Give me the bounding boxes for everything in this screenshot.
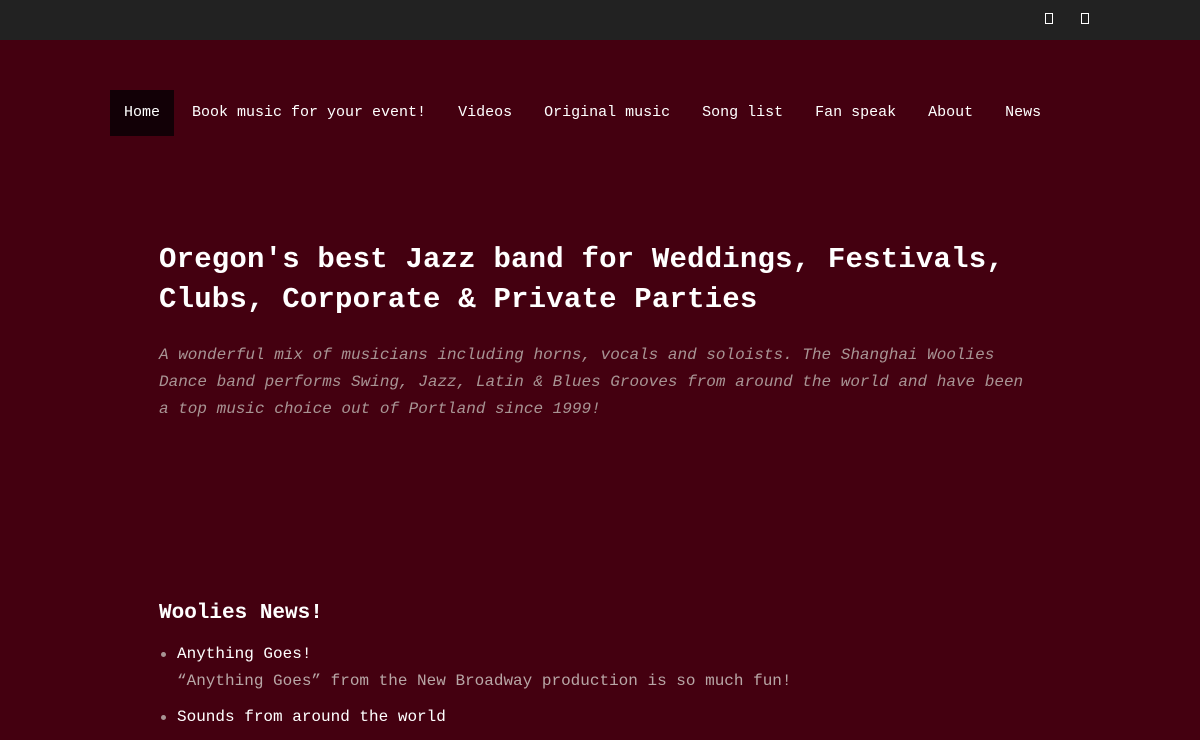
news-item-title[interactable]: Anything Goes! — [177, 642, 1039, 666]
nav-item-about[interactable]: About — [914, 90, 987, 136]
bullet-icon — [161, 715, 166, 720]
social-icon[interactable] — [1081, 13, 1089, 24]
news-item-description: “Anything Goes” from the New Broadway pr… — [177, 672, 792, 690]
nav-item-home[interactable]: Home — [110, 90, 175, 136]
main-nav: Home Book music for your event! Videos O… — [110, 90, 1059, 136]
news-list: Anything Goes! “Anything Goes” from the … — [159, 642, 1039, 729]
hero-section: Oregon's best Jazz band for Weddings, Fe… — [159, 240, 1039, 423]
news-heading: Woolies News! — [159, 602, 323, 625]
news-item: Sounds from around the world — [159, 705, 1039, 729]
nav-item-videos[interactable]: Videos — [444, 90, 526, 136]
nav-item-news[interactable]: News — [991, 90, 1055, 136]
hero-heading: Oregon's best Jazz band for Weddings, Fe… — [159, 243, 1004, 316]
nav-item-book-music[interactable]: Book music for your event! — [178, 90, 440, 136]
top-bar — [0, 0, 1200, 40]
nav-item-song-list[interactable]: Song list — [688, 90, 797, 136]
nav-item-original-music[interactable]: Original music — [530, 90, 684, 136]
social-icon[interactable] — [1045, 13, 1053, 24]
news-section: Woolies News! Anything Goes! “Anything G… — [159, 598, 1039, 738]
news-item: Anything Goes! “Anything Goes” from the … — [159, 642, 1039, 696]
hero-tagline: A wonderful mix of musicians including h… — [159, 346, 1024, 418]
bullet-icon — [161, 652, 166, 657]
nav-item-fan-speak[interactable]: Fan speak — [801, 90, 910, 136]
news-item-title[interactable]: Sounds from around the world — [177, 705, 1039, 729]
